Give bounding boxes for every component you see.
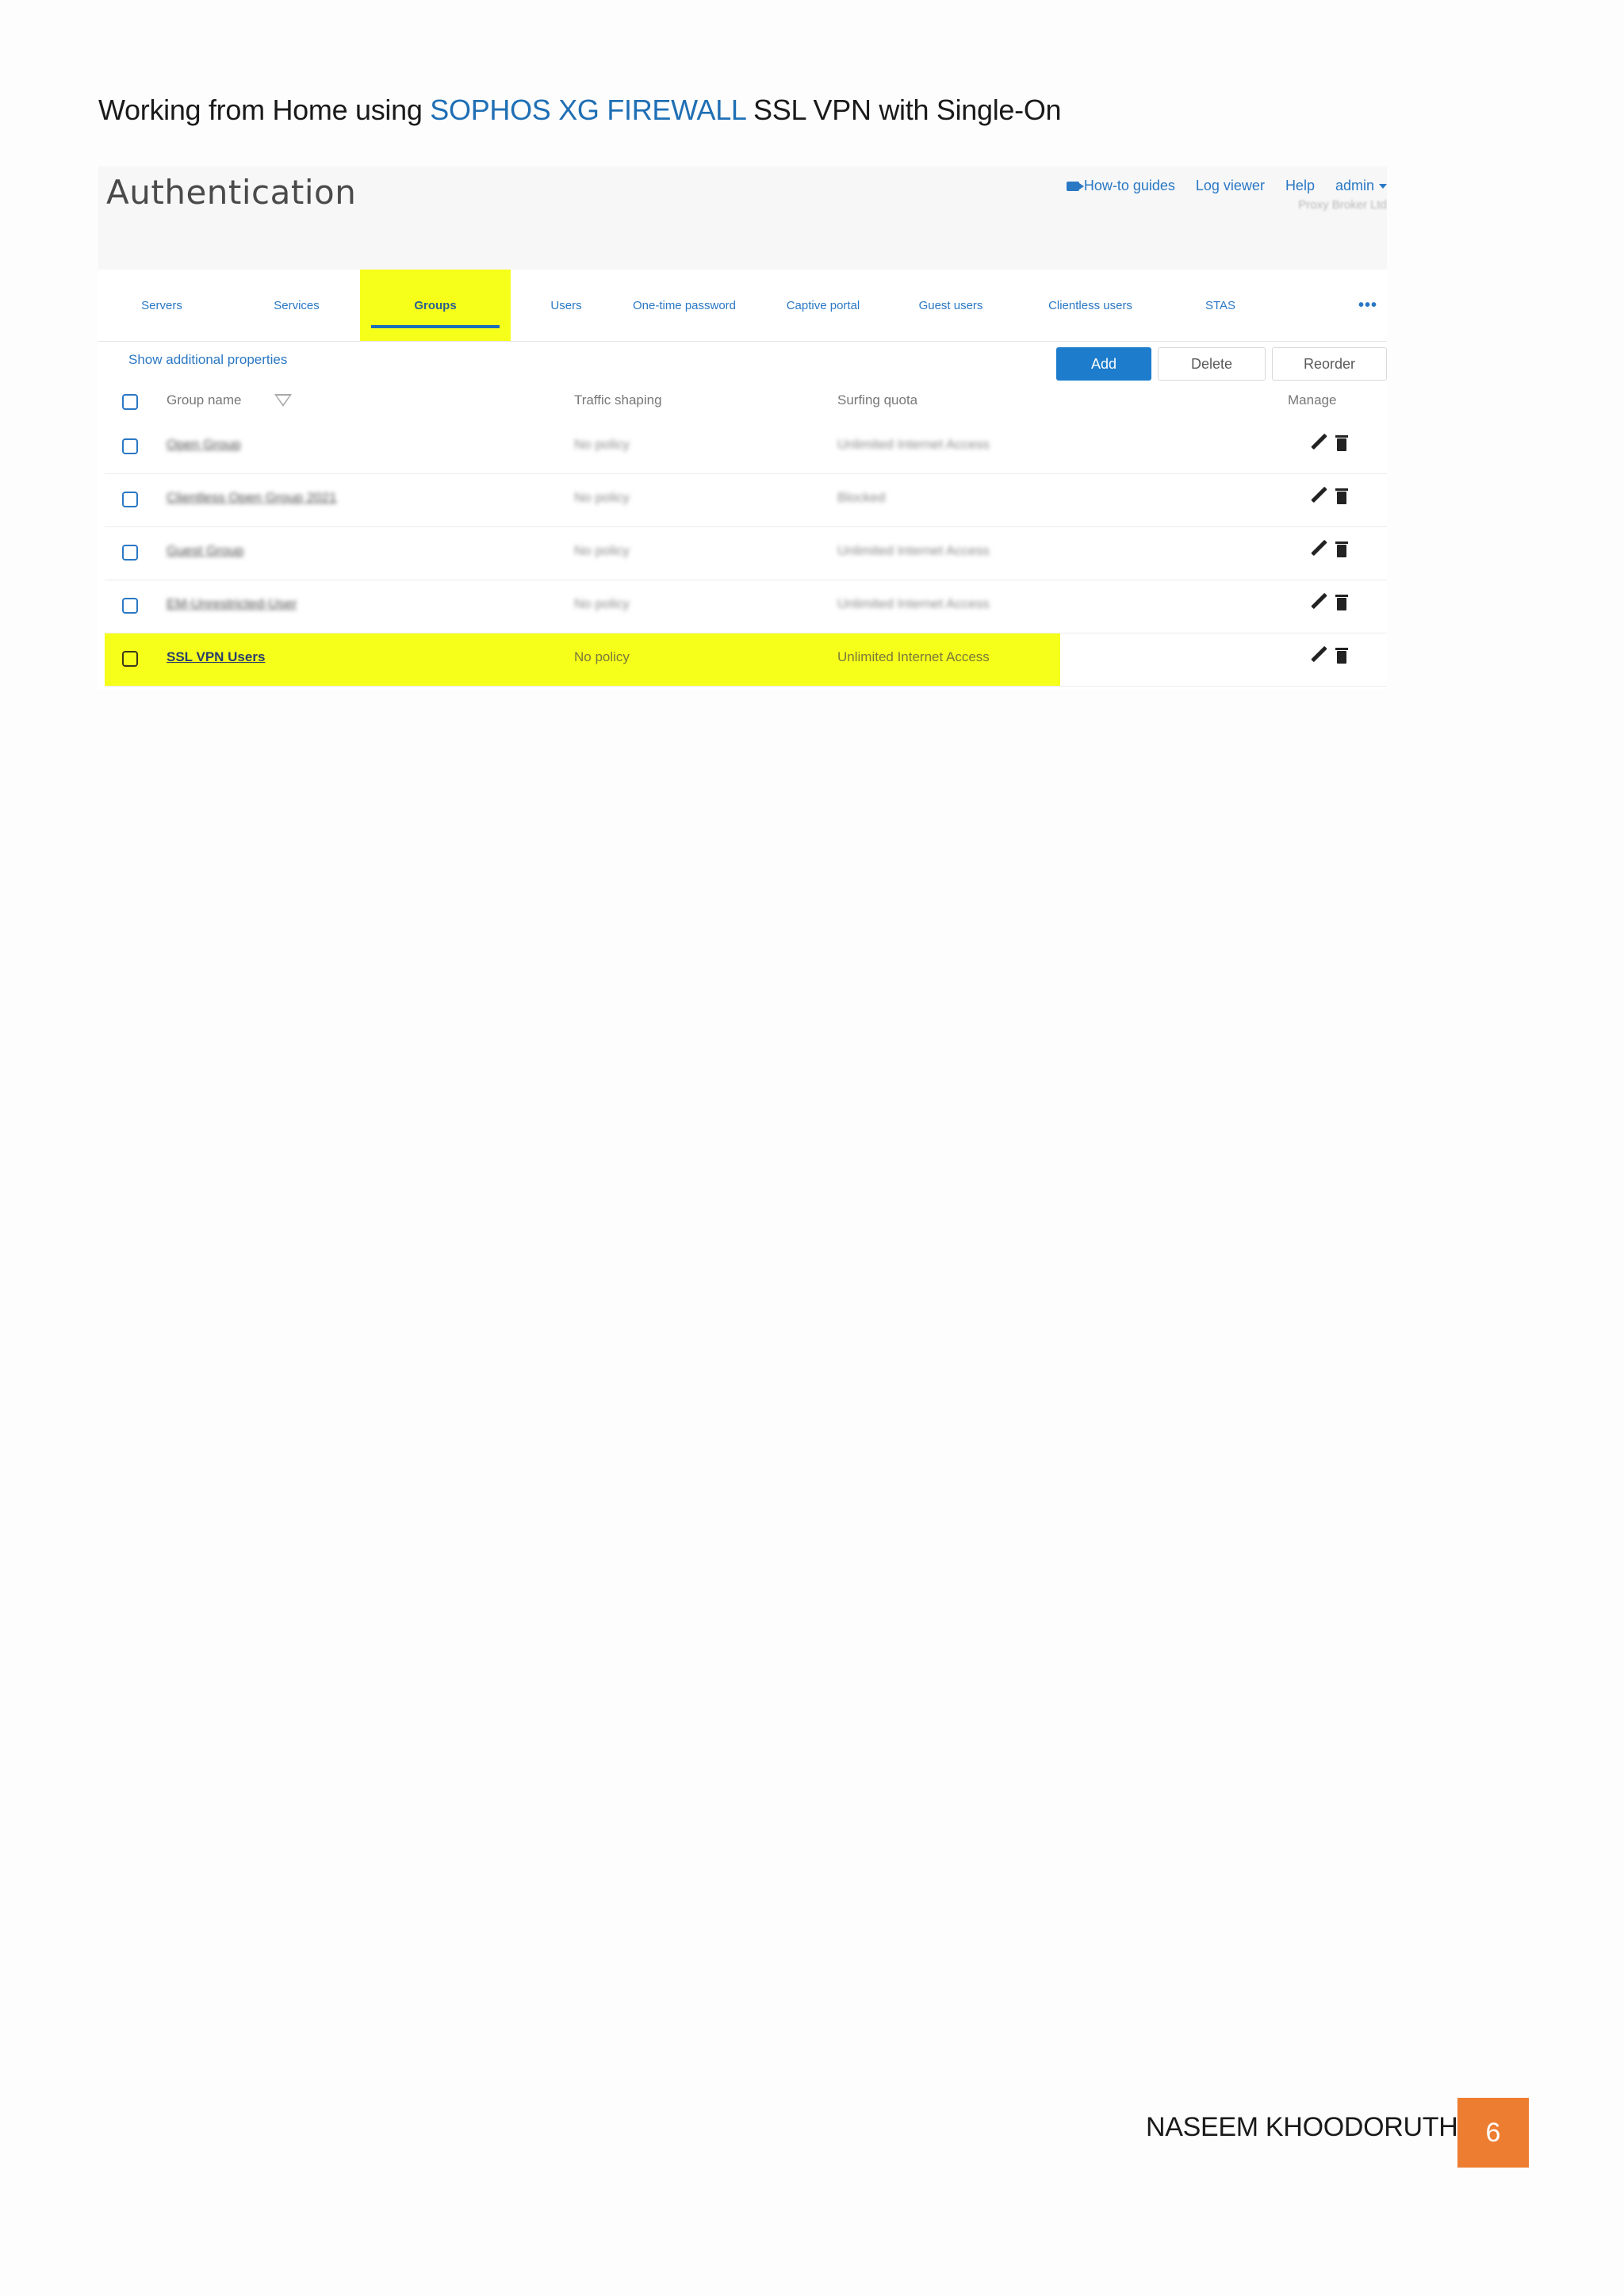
group-name-link[interactable]: EM-Unrestricted-User — [167, 596, 297, 612]
traffic-shaping-value: No policy — [574, 437, 630, 452]
tab-groups[interactable]: Groups — [360, 270, 511, 341]
show-additional-properties-link[interactable]: Show additional properties — [128, 352, 287, 368]
column-traffic-shaping: Traffic shaping — [574, 392, 662, 408]
trash-icon[interactable] — [1335, 646, 1348, 664]
page-number-badge: 6 — [1457, 2098, 1529, 2168]
chevron-down-icon — [1379, 183, 1387, 189]
traffic-shaping-value: No policy — [574, 649, 630, 664]
row-checkbox[interactable] — [122, 545, 138, 561]
document-heading: Working from Home using SOPHOS XG FIREWA… — [98, 94, 1062, 127]
tab-groups-label: Groups — [414, 298, 457, 312]
edit-pencil-icon[interactable] — [1310, 487, 1327, 504]
trash-icon[interactable] — [1335, 593, 1348, 610]
tab-bar: Servers Services Groups Users One-time p… — [98, 270, 1387, 342]
group-name-link[interactable]: Open Group — [167, 437, 241, 453]
row-checkbox[interactable] — [122, 492, 138, 507]
help-link[interactable]: Help — [1285, 178, 1315, 194]
top-links: How-to guides Log viewer Help admin — [1066, 178, 1387, 194]
screenshot-header: Authentication How-to guides Log viewer … — [98, 166, 1387, 270]
manage-actions — [1310, 487, 1348, 504]
row-checkbox[interactable] — [122, 598, 138, 614]
tab-guest-users[interactable]: Guest users — [891, 270, 1010, 341]
table-row-highlighted: SSL VPN Users No policy Unlimited Intern… — [105, 633, 1387, 687]
edit-pencil-icon[interactable] — [1310, 593, 1327, 610]
tab-one-time-password[interactable]: One-time password — [609, 270, 760, 341]
tab-clientless-users[interactable]: Clientless users — [1015, 270, 1166, 341]
surfing-quota-value: Unlimited Internet Access — [837, 596, 990, 611]
trash-icon[interactable] — [1335, 540, 1348, 557]
manage-actions — [1310, 540, 1348, 557]
edit-pencil-icon[interactable] — [1310, 646, 1327, 664]
table-row: Open Group No policy Unlimited Internet … — [105, 421, 1387, 474]
manage-actions — [1310, 646, 1348, 664]
trash-icon[interactable] — [1335, 487, 1348, 504]
column-manage: Manage — [1288, 392, 1337, 408]
howto-guides-link[interactable]: How-to guides — [1066, 178, 1175, 194]
edit-pencil-icon[interactable] — [1310, 434, 1327, 451]
group-name-link[interactable]: Guest Group — [167, 543, 243, 559]
surfing-quota-value: Unlimited Internet Access — [837, 543, 990, 558]
howto-guides-label: How-to guides — [1083, 178, 1175, 193]
reorder-button[interactable]: Reorder — [1272, 347, 1387, 381]
manage-actions — [1310, 593, 1348, 610]
admin-label: admin — [1335, 178, 1374, 193]
heading-prefix: Working from Home using — [98, 94, 431, 126]
heading-highlight: SOPHOS XG FIREWALL — [430, 94, 746, 126]
tab-stas[interactable]: STAS — [1169, 270, 1272, 341]
row-checkbox[interactable] — [122, 651, 138, 667]
heading-suffix: SSL VPN with Single-On — [745, 94, 1062, 126]
active-tab-indicator — [371, 325, 500, 328]
table-row: EM-Unrestricted-User No policy Unlimited… — [105, 580, 1387, 633]
table-row: Guest Group No policy Unlimited Internet… — [105, 527, 1387, 580]
surfing-quota-value: Unlimited Internet Access — [837, 649, 990, 664]
tab-captive-portal[interactable]: Captive portal — [760, 270, 887, 341]
add-button[interactable]: Add — [1056, 347, 1151, 381]
admin-menu[interactable]: admin — [1335, 178, 1387, 194]
select-all-checkbox[interactable] — [122, 394, 138, 410]
table-row: Clientless Open Group 2021 No policy Blo… — [105, 474, 1387, 527]
group-name-link[interactable]: SSL VPN Users — [167, 649, 265, 665]
table-header: Group name Traffic shaping Surfing quota… — [98, 385, 1387, 419]
filter-icon[interactable] — [274, 394, 292, 407]
page-title: Authentication — [106, 173, 357, 212]
video-camera-icon — [1066, 181, 1084, 191]
trash-icon[interactable] — [1335, 434, 1348, 451]
tab-users[interactable]: Users — [527, 270, 606, 341]
group-name-link[interactable]: Clientless Open Group 2021 — [167, 490, 337, 506]
surfing-quota-value: Unlimited Internet Access — [837, 437, 990, 452]
traffic-shaping-value: No policy — [574, 490, 630, 505]
column-group-name[interactable]: Group name — [167, 392, 242, 408]
traffic-shaping-value: No policy — [574, 543, 630, 558]
tab-services[interactable]: Services — [233, 270, 360, 341]
organization-name: Proxy Broker Ltd — [1298, 198, 1387, 212]
tab-servers[interactable]: Servers — [98, 270, 225, 341]
manage-actions — [1310, 434, 1348, 451]
surfing-quota-value: Blocked — [837, 490, 886, 505]
edit-pencil-icon[interactable] — [1310, 540, 1327, 557]
row-checkbox[interactable] — [122, 438, 138, 454]
traffic-shaping-value: No policy — [574, 596, 630, 611]
footer-author: NASEEM KHOODORUTH — [1146, 2112, 1458, 2142]
column-surfing-quota: Surfing quota — [837, 392, 918, 408]
embedded-screenshot: Authentication How-to guides Log viewer … — [98, 166, 1387, 690]
log-viewer-link[interactable]: Log viewer — [1196, 178, 1265, 194]
delete-button[interactable]: Delete — [1158, 347, 1266, 381]
more-tabs-button[interactable]: ••• — [1358, 270, 1377, 341]
